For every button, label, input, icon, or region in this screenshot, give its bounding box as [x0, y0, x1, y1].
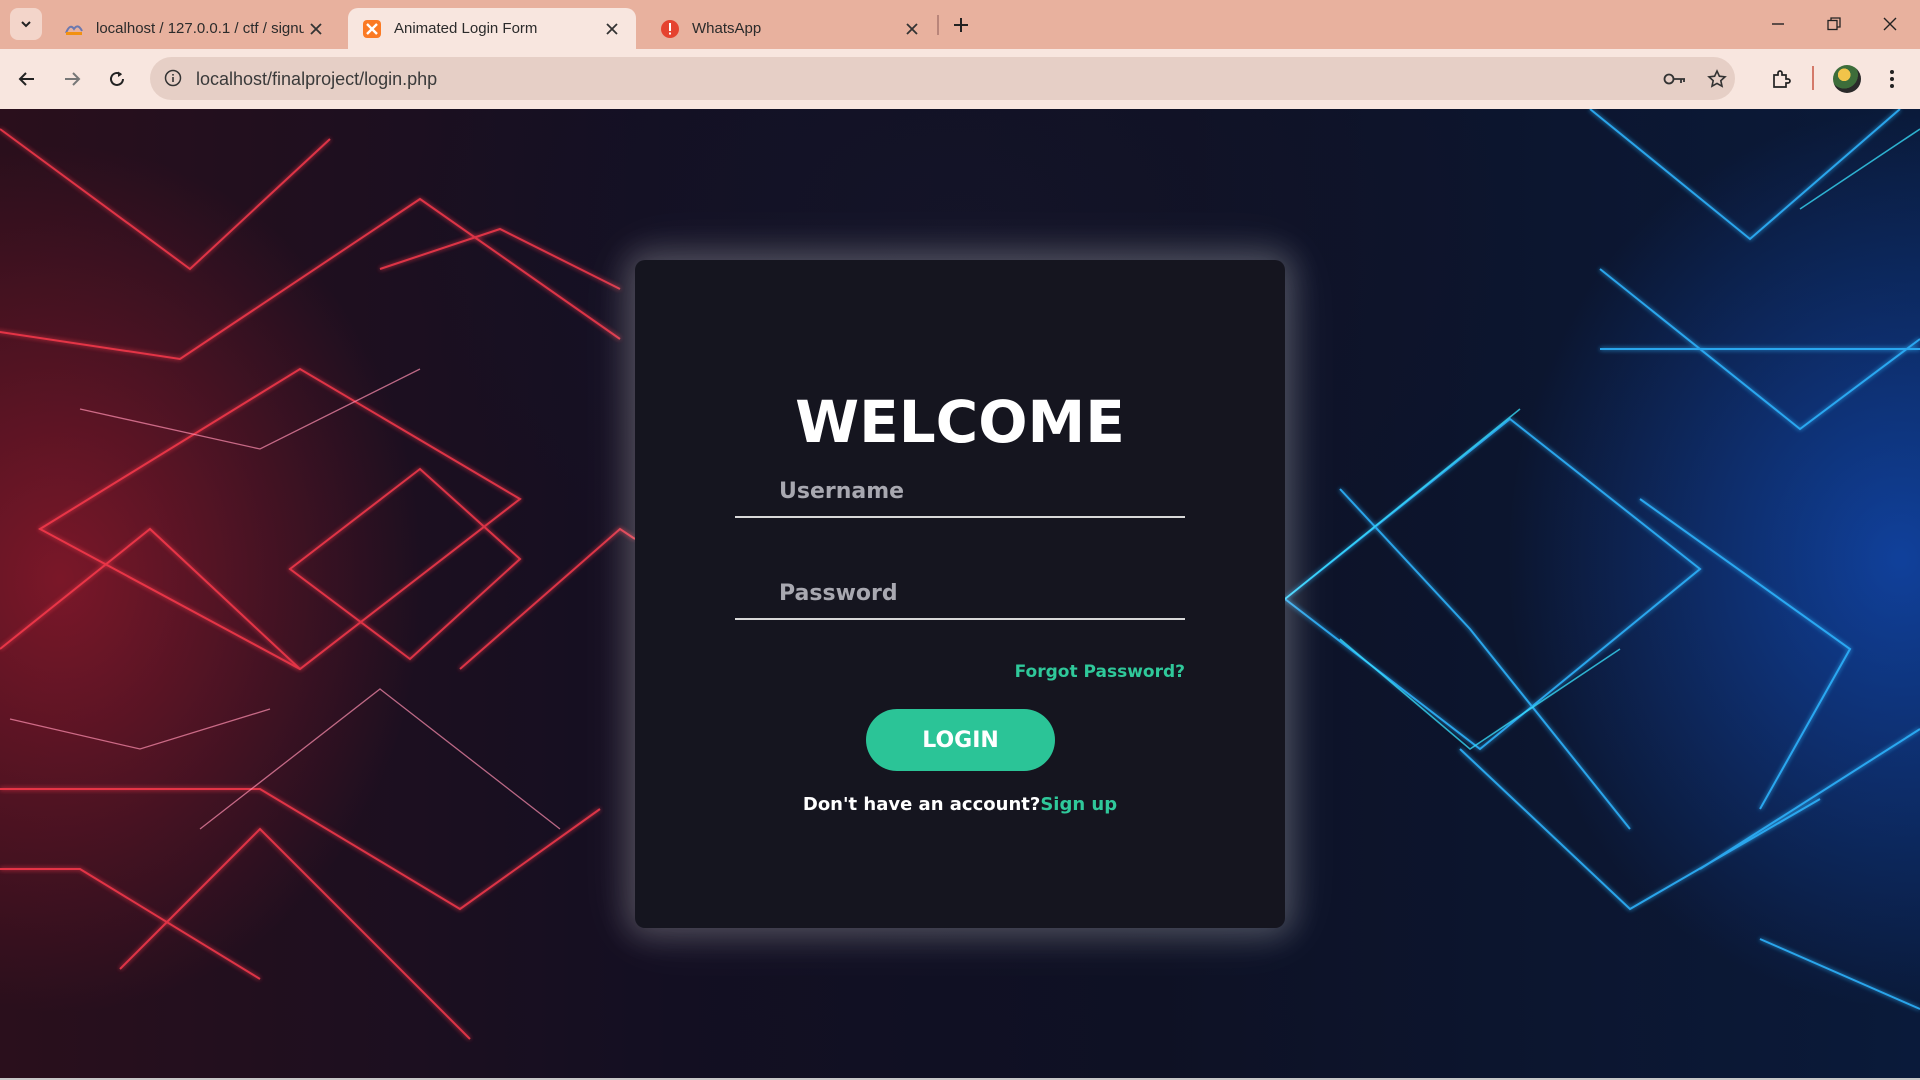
extensions-button[interactable]	[1763, 61, 1799, 97]
minimize-icon	[1772, 23, 1784, 25]
reload-icon	[110, 71, 124, 86]
xampp-icon	[362, 19, 382, 39]
signup-link[interactable]: Sign up	[1040, 794, 1117, 815]
close-icon	[1883, 17, 1897, 31]
minimize-button[interactable]	[1758, 8, 1798, 40]
arrow-left-icon	[18, 72, 34, 86]
password-field	[735, 568, 1185, 620]
forgot-password-link[interactable]: Forgot Password?	[635, 662, 1185, 682]
username-input[interactable]	[735, 466, 1185, 516]
close-icon[interactable]	[600, 17, 624, 41]
new-tab-button[interactable]	[948, 12, 974, 38]
restore-icon	[1827, 17, 1841, 31]
login-card: WELCOME Forgot Password? LOGIN Don't hav…	[635, 260, 1285, 928]
site-info-icon[interactable]	[160, 65, 186, 91]
phpmyadmin-icon	[64, 19, 84, 39]
toolbar-divider	[1812, 66, 1814, 90]
password-key-icon[interactable]	[1661, 65, 1689, 93]
tab-search-button[interactable]	[10, 8, 42, 40]
arrow-right-icon	[65, 72, 81, 86]
tab-whatsapp[interactable]: WhatsApp	[646, 8, 936, 49]
puzzle-icon	[1773, 70, 1791, 88]
tab-title: WhatsApp	[692, 20, 762, 37]
menu-button[interactable]	[1874, 61, 1910, 97]
tab-phpmyadmin[interactable]: localhost / 127.0.0.1 / ctf / signup	[50, 8, 340, 49]
chevron-down-icon	[21, 21, 31, 28]
reload-button[interactable]	[99, 61, 135, 97]
forward-button[interactable]	[54, 61, 90, 97]
back-button[interactable]	[9, 61, 45, 97]
whatsapp-alert-icon	[660, 19, 680, 39]
username-field	[735, 466, 1185, 518]
plus-icon	[954, 18, 968, 32]
browser-tab-bar: localhost / 127.0.0.1 / ctf / signup Ani…	[0, 0, 1920, 49]
browser-toolbar: localhost/finalproject/login.php	[0, 49, 1920, 109]
tab-separator	[937, 15, 939, 35]
more-vertical-icon	[1890, 70, 1894, 88]
restore-button[interactable]	[1814, 8, 1854, 40]
close-icon[interactable]	[304, 17, 328, 41]
tab-title: localhost / 127.0.0.1 / ctf / signup	[96, 20, 304, 37]
close-window-button[interactable]	[1870, 8, 1910, 40]
profile-avatar[interactable]	[1833, 65, 1861, 93]
signup-prompt: Don't have an account?Sign up	[635, 794, 1285, 815]
bookmark-star-icon[interactable]	[1703, 65, 1731, 93]
welcome-title: WELCOME	[795, 388, 1125, 456]
no-account-text: Don't have an account?	[802, 794, 1041, 815]
page-background: WELCOME Forgot Password? LOGIN Don't hav…	[0, 109, 1920, 1080]
url-text[interactable]: localhost/finalproject/login.php	[196, 69, 437, 90]
tab-title: Animated Login Form	[394, 20, 538, 37]
address-bar[interactable]: localhost/finalproject/login.php	[150, 57, 1735, 100]
close-icon[interactable]	[900, 17, 924, 41]
login-button[interactable]: LOGIN	[866, 709, 1055, 771]
tab-animated-login-form[interactable]: Animated Login Form	[348, 8, 636, 49]
password-input[interactable]	[735, 568, 1185, 618]
